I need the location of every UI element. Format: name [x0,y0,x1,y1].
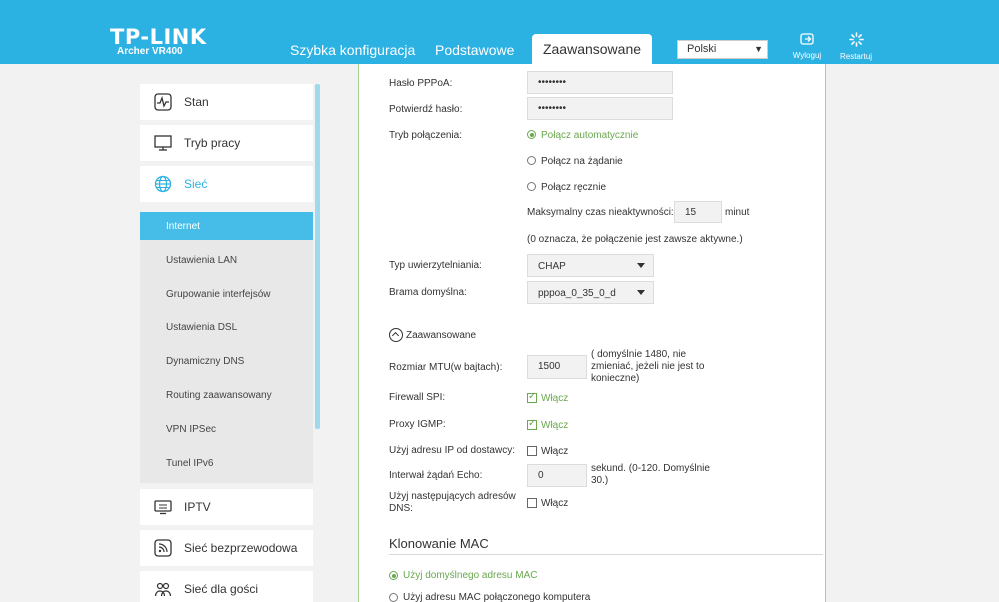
sidebar-item-guest-network[interactable]: Sieć dla gości [140,571,313,602]
gateway-value: pppoa_0_35_0_d [538,288,616,299]
submenu-item-lan[interactable]: Ustawienia LAN [140,246,313,274]
tv-icon [154,498,172,516]
sidebar-item-status[interactable]: Stan [140,84,313,120]
custom-dns-label: Użyj następujących adresów DNS: [389,491,516,515]
mode-manual-label: Połącz ręcznie [541,182,607,193]
tab-basic[interactable]: Podstawowe [435,42,514,58]
idle-time-label: Maksymalny czas nieaktywności: [527,207,674,218]
chevron-down-icon [637,290,645,295]
wireless-icon [154,539,172,557]
sidebar-item-label: Sieć [184,177,208,191]
igmp-proxy-checkbox[interactable] [527,418,537,430]
echo-note-line: sekund. (0-120. Domyślnie [591,463,710,474]
tab-quick-setup[interactable]: Szybka konfiguracja [290,42,415,58]
mode-auto-label: Połącz automatycznie [541,130,639,141]
isp-ip-checkbox[interactable] [527,446,537,456]
confirm-password-label: Potwierdź hasło: [389,104,463,115]
tab-advanced[interactable]: Zaawansowane [532,34,652,64]
confirm-password-input[interactable]: •••••••• [527,97,673,120]
logout-icon [787,32,827,49]
submenu-item-advanced-routing[interactable]: Routing zaawansowany [140,381,313,409]
igmp-proxy-label: Proxy IGMP: [389,419,446,430]
sidebar-item-label: Stan [184,95,209,109]
settings-panel: Hasło PPPoA: •••••••• Potwierdź hasło: •… [358,64,826,602]
echo-interval-note: sekund. (0-120. Domyślnie 30.) [591,463,710,487]
dns-label-line: Użyj następujących adresów [389,491,516,502]
auth-type-select[interactable]: CHAP [527,254,654,277]
logout-label: Wyloguj [792,51,822,60]
submenu-item-internet[interactable]: Internet [140,212,313,240]
sidebar-item-network[interactable]: Sieć [140,166,313,202]
top-header: TP-LINK Archer VR400 Szybka konfiguracja… [0,0,999,64]
globe-icon [154,175,172,193]
pppoa-password-label: Hasło PPPoA: [389,78,453,89]
mtu-note-line: konieczne) [591,373,640,384]
language-value: Polski [687,43,717,55]
submenu-item-ipv6-tunnel[interactable]: Tunel IPv6 [140,449,313,477]
restart-button[interactable]: Restartuj [836,32,876,61]
pulse-icon [154,93,172,111]
network-submenu: Internet Ustawienia LAN Grupowanie inter… [140,212,313,483]
submenu-item-interface-grouping[interactable]: Grupowanie interfejsów [140,280,313,308]
pppoa-password-input[interactable]: •••••••• [527,71,673,94]
mtu-input[interactable]: 1500 [527,355,587,379]
mtu-note: ( domyślnie 1480, nie zmieniać, jeżeli n… [591,349,704,385]
sidebar-item-label: IPTV [184,500,211,514]
igmp-proxy-option: Włącz [541,420,569,431]
echo-note-line: 30.) [591,475,609,486]
idle-time-unit: minut [725,207,750,218]
submenu-item-vpn-ipsec[interactable]: VPN IPSec [140,415,313,443]
idle-time-input[interactable]: 15 [674,201,722,223]
sidebar-item-iptv[interactable]: IPTV [140,489,313,525]
language-select[interactable]: Polski ▼ [677,40,768,59]
mtu-note-line: ( domyślnie 1480, nie [591,349,687,360]
sidebar-item-wireless[interactable]: Sieć bezprzewodowa [140,530,313,566]
section-divider [389,554,823,555]
firewall-spi-label: Firewall SPI: [389,392,446,403]
sidebar-item-label: Sieć bezprzewodowa [184,541,298,555]
gateway-select[interactable]: pppoa_0_35_0_d [527,281,654,304]
custom-dns-option: Włącz [541,498,569,509]
sidebar-scrollbar[interactable] [315,84,320,429]
gateway-label: Brama domyślna: [389,287,467,298]
mac-computer-radio[interactable] [389,593,398,602]
mtu-note-line: zmieniać, jeżeli nie jest to [591,361,705,372]
idle-time-note: (0 oznacza, że połączenie jest zawsze ak… [527,234,743,245]
mac-computer-label: Użyj adresu MAC połączonego komputera [403,592,591,602]
connection-mode-label: Tryb połączenia: [389,130,462,141]
mode-manual-radio[interactable] [527,182,536,191]
auth-type-value: CHAP [538,261,566,272]
model-name: Archer VR400 [117,46,183,57]
logout-button[interactable]: Wyloguj [787,32,827,60]
custom-dns-checkbox[interactable] [527,498,537,508]
isp-ip-label: Użyj adresu IP od dostawcy: [389,445,515,456]
restart-icon [836,32,876,50]
advanced-toggle-label[interactable]: Zaawansowane [406,330,476,341]
chevron-down-icon [637,263,645,268]
firewall-spi-checkbox[interactable] [527,391,537,403]
echo-interval-input[interactable]: 0 [527,464,587,487]
chevron-up-icon[interactable] [389,328,403,342]
isp-ip-option: Włącz [541,446,569,457]
mac-default-radio[interactable] [389,571,398,580]
auth-type-label: Typ uwierzytelniania: [389,260,482,271]
monitor-icon [154,134,172,152]
sidebar-item-label: Sieć dla gości [184,582,259,596]
submenu-item-ddns[interactable]: Dynamiczny DNS [140,347,313,375]
guests-icon [154,580,172,598]
sidebar-item-operation-mode[interactable]: Tryb pracy [140,125,313,161]
chevron-down-icon: ▼ [754,44,763,54]
restart-label: Restartuj [839,52,872,61]
mode-demand-radio[interactable] [527,156,536,165]
mac-clone-title: Klonowanie MAC [389,536,489,551]
dns-label-line: DNS: [389,503,413,514]
mode-demand-label: Połącz na żądanie [541,156,623,167]
mode-auto-radio[interactable] [527,130,536,139]
firewall-spi-option: Włącz [541,393,569,404]
mac-default-label: Użyj domyślnego adresu MAC [403,570,538,581]
submenu-item-dsl[interactable]: Ustawienia DSL [140,313,313,341]
mtu-label: Rozmiar MTU(w bajtach): [389,362,503,373]
echo-interval-label: Interwał żądań Echo: [389,470,483,481]
sidebar-item-label: Tryb pracy [184,136,241,150]
